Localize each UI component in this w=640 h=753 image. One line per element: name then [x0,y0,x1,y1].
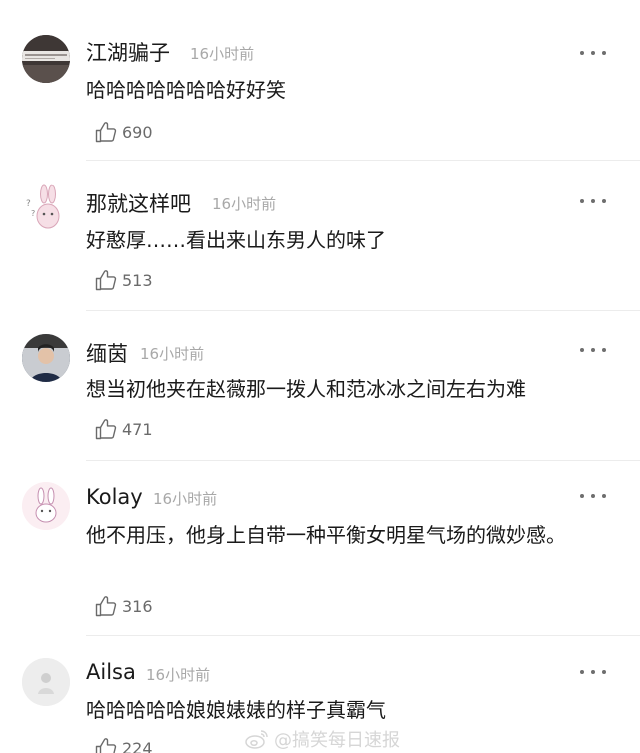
comment-item: ? ? 那就这样吧 16小时前 好憨厚……看出来山东男人的味了 513 [0,160,640,311]
thumbs-up-icon [95,122,117,143]
weibo-logo-icon [245,730,268,749]
like-button[interactable]: 513 [94,268,153,292]
username[interactable]: Ailsa [86,660,136,684]
username[interactable]: 那就这样吧 [86,188,191,218]
thumbs-up-icon [95,270,117,291]
svg-text:?: ? [26,199,31,209]
more-options-icon[interactable] [580,489,606,503]
more-options-icon[interactable] [580,194,606,208]
timestamp: 16小时前 [146,666,211,684]
timestamp: 16小时前 [212,195,277,213]
thumbs-up-icon [95,419,117,440]
like-count: 471 [122,419,153,439]
more-options-icon[interactable] [580,343,606,357]
comment-text: 想当初他夹在赵薇那一拨人和范冰冰之间左右为难 [86,377,526,401]
svg-text:?: ? [31,209,35,218]
timestamp: 16小时前 [140,345,205,363]
comment-text: 哈哈哈哈哈哈哈好好笑 [86,78,286,102]
username[interactable]: Kolay [86,485,143,509]
like-button[interactable]: 316 [94,594,153,618]
like-button[interactable]: 224 [94,736,153,753]
bunny-avatar-icon[interactable]: ? ? [22,184,70,232]
like-button[interactable]: 471 [94,417,153,441]
like-count: 224 [122,738,153,753]
comment-text: 他不用压，他身上自带一种平衡女明星气场的微妙感。 [86,523,566,547]
figure-avatar-icon[interactable] [22,658,70,706]
bunny-avatar-icon[interactable] [22,482,70,530]
timestamp: 16小时前 [190,45,255,63]
comment-item: 缅茵 16小时前 想当初他夹在赵薇那一拨人和范冰冰之间左右为难 471 [0,310,640,461]
like-button[interactable]: 690 [94,120,153,144]
like-count: 513 [122,270,153,290]
more-options-icon[interactable] [580,665,606,679]
thumbs-up-icon [95,596,117,617]
watermark: @搞笑每日速报 [244,726,400,752]
comment-text: 哈哈哈哈哈娘娘婊婊的样子真霸气 [86,698,386,722]
username[interactable]: 缅茵 [86,338,128,368]
comment-item: 江湖骗子 16小时前 哈哈哈哈哈哈哈好好笑 690 [0,0,640,161]
like-count: 690 [122,122,153,142]
comment-text: 好憨厚……看出来山东男人的味了 [86,228,386,252]
watermark-text: @搞笑每日速报 [274,730,400,751]
comment-item: Kolay 16小时前 他不用压，他身上自带一种平衡女明星气场的微妙感。 316 [0,460,640,636]
thumbs-up-icon [95,738,117,753]
person-avatar-icon[interactable] [22,334,70,382]
username[interactable]: 江湖骗子 [86,37,170,67]
timestamp: 16小时前 [153,490,218,508]
photo-avatar-icon[interactable] [22,35,70,83]
like-count: 316 [122,596,153,616]
more-options-icon[interactable] [580,46,606,60]
